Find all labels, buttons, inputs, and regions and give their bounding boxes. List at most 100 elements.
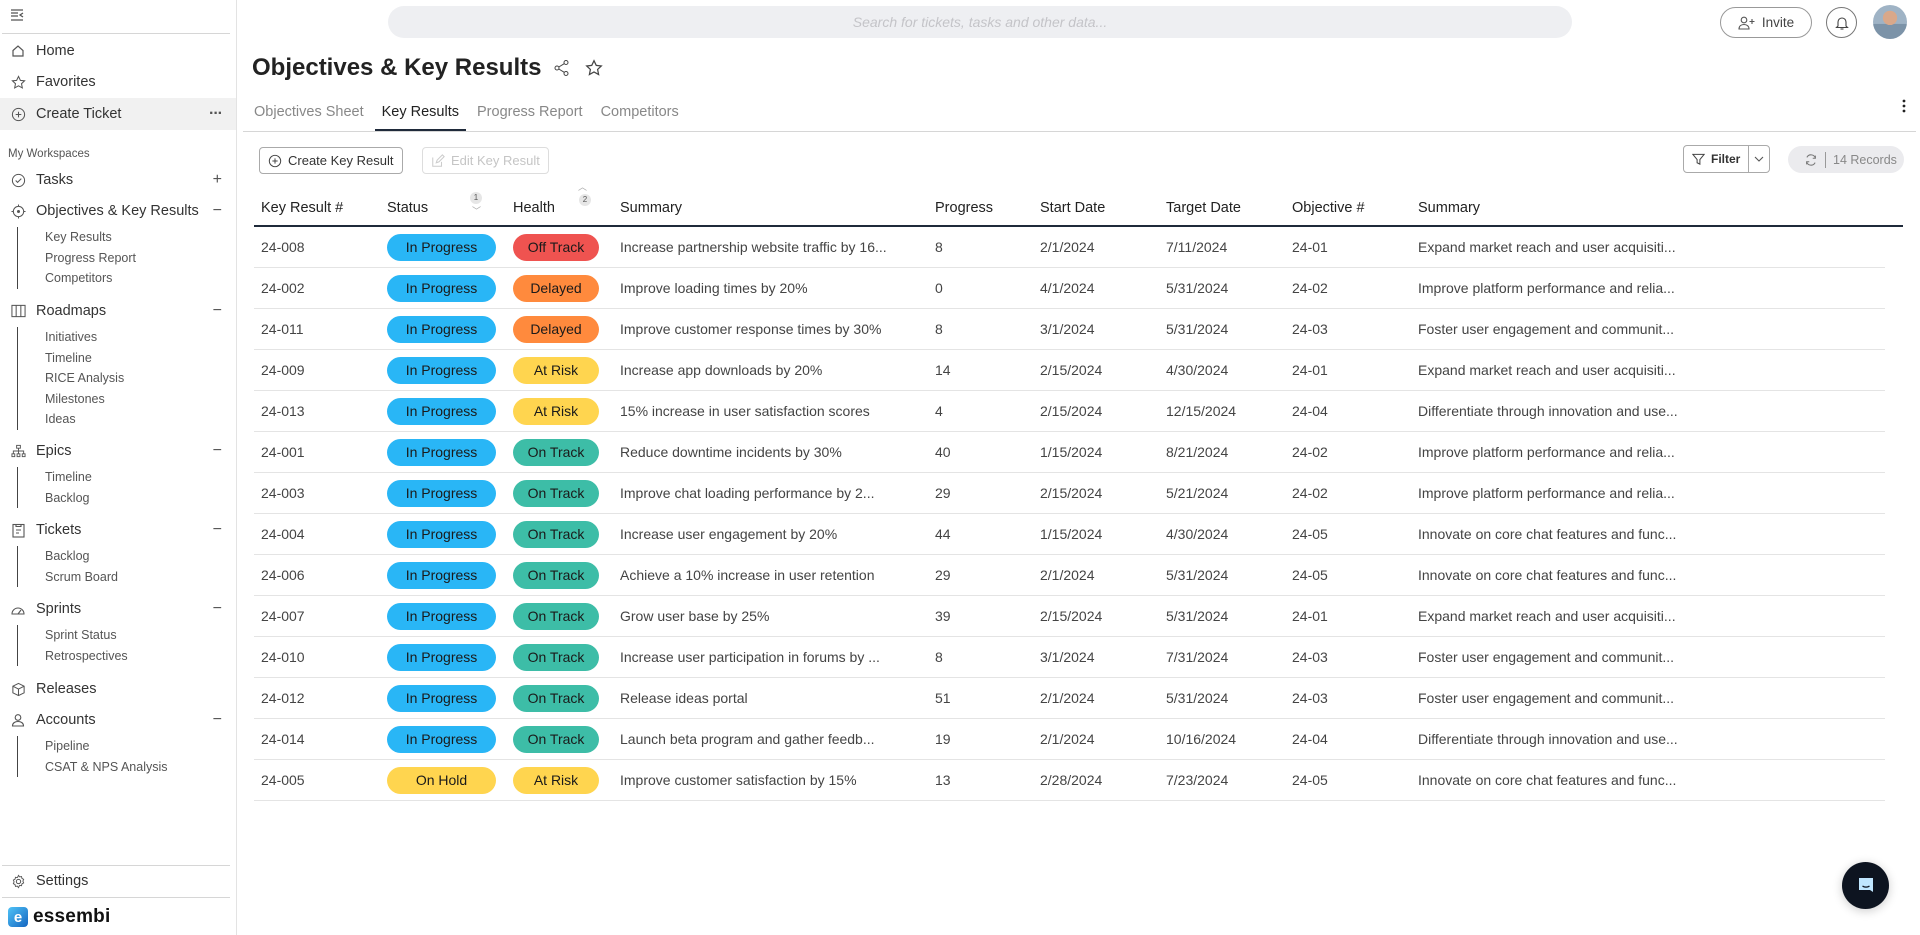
status-badge[interactable]: In Progress [387,274,496,302]
chat-support-button[interactable] [1842,862,1889,909]
filter-dropdown-button[interactable] [1749,146,1769,172]
status-badge[interactable]: In Progress [387,397,496,425]
status-badge[interactable]: In Progress [387,684,496,712]
health-badge[interactable]: On Track [513,643,599,671]
sidebar-subitem-milestones[interactable]: Milestones [18,389,124,410]
sidebar-section-sprints[interactable]: Sprints − [0,594,236,624]
refresh-icon[interactable] [1804,153,1818,167]
health-badge[interactable]: On Track [513,561,599,589]
filter-button[interactable]: Filter [1684,146,1750,172]
sidebar-subitem-competitors[interactable]: Competitors [18,268,136,289]
sidebar-subitem-csat-nps[interactable]: CSAT & NPS Analysis [18,757,168,778]
sidebar-subitem-retrospectives[interactable]: Retrospectives [18,646,128,667]
collapse-icon[interactable]: − [213,600,222,618]
column-header-progress[interactable]: Progress [928,200,1033,216]
sidebar-item-create-ticket[interactable]: Create Ticket ··· [0,98,236,130]
sidebar-subitem-initiatives[interactable]: Initiatives [18,327,124,348]
health-badge[interactable]: On Track [513,438,599,466]
status-badge[interactable]: On Hold [387,766,496,794]
health-badge[interactable]: At Risk [513,356,599,384]
status-badge[interactable]: In Progress [387,479,496,507]
column-header-start-date[interactable]: Start Date [1033,200,1159,216]
add-task-icon[interactable]: + [213,171,222,189]
health-badge[interactable]: At Risk [513,766,599,794]
sidebar-item-favorites[interactable]: Favorites [0,67,236,97]
sidebar-subitem-ideas[interactable]: Ideas [18,409,124,430]
sidebar-subitem-scrum-board[interactable]: Scrum Board [18,567,118,588]
table-row[interactable]: 24-001 In Progress On Track Reduce downtime… [254,432,1885,473]
sidebar-section-epics[interactable]: Epics − [0,436,236,466]
collapse-icon[interactable]: − [213,711,222,729]
column-header-objective-summary[interactable]: Summary [1411,200,1761,216]
column-header-key-result[interactable]: Key Result # [254,200,380,216]
table-row[interactable]: 24-008 In Progress Off Track Increase partn… [254,227,1885,268]
sidebar-item-home[interactable]: Home [0,36,236,66]
sidebar-subitem-pipeline[interactable]: Pipeline [18,736,168,757]
health-badge[interactable]: Delayed [513,315,599,343]
status-badge[interactable]: In Progress [387,233,496,261]
tab-competitors[interactable]: Competitors [594,98,686,131]
column-header-status[interactable]: Status 1 ﹀ [380,191,506,216]
collapse-icon[interactable]: − [213,302,222,320]
column-header-objective[interactable]: Objective # [1285,200,1411,216]
table-row[interactable]: 24-006 In Progress On Track Achieve a 10% i… [254,555,1885,596]
table-row[interactable]: 24-010 In Progress On Track Increase user p… [254,637,1885,678]
health-badge[interactable]: Off Track [513,233,599,261]
table-row[interactable]: 24-012 In Progress On Track Release ideas p… [254,678,1885,719]
sidebar-section-roadmaps[interactable]: Roadmaps − [0,296,236,326]
status-badge[interactable]: In Progress [387,725,496,753]
collapse-sidebar-icon[interactable] [10,8,26,22]
tab-objectives-sheet[interactable]: Objectives Sheet [247,98,371,131]
sidebar-subitem-epics-backlog[interactable]: Backlog [18,488,92,509]
status-badge[interactable]: In Progress [387,602,496,630]
collapse-icon[interactable]: − [213,442,222,460]
table-row[interactable]: 24-003 In Progress On Track Improve chat lo… [254,473,1885,514]
status-badge[interactable]: In Progress [387,520,496,548]
sidebar-section-okr[interactable]: Objectives & Key Results − [0,196,236,226]
table-row[interactable]: 24-009 In Progress At Risk Increase app dow… [254,350,1885,391]
sidebar-subitem-timeline[interactable]: Timeline [18,348,124,369]
status-badge[interactable]: In Progress [387,356,496,384]
health-badge[interactable]: At Risk [513,397,599,425]
column-header-summary[interactable]: Summary [613,200,928,216]
tab-progress-report[interactable]: Progress Report [470,98,590,131]
sidebar-section-accounts[interactable]: Accounts − [0,705,236,735]
sidebar-subitem-key-results[interactable]: Key Results [18,227,136,248]
status-badge[interactable]: In Progress [387,315,496,343]
create-key-result-button[interactable]: Create Key Result [259,147,403,174]
table-row[interactable]: 24-013 In Progress At Risk 15% increase in … [254,391,1885,432]
status-badge[interactable]: In Progress [387,643,496,671]
search-input[interactable] [388,14,1572,30]
sidebar-section-releases[interactable]: Releases [0,674,236,704]
health-badge[interactable]: On Track [513,479,599,507]
health-badge[interactable]: On Track [513,725,599,753]
health-badge[interactable]: On Track [513,520,599,548]
health-badge[interactable]: On Track [513,602,599,630]
sidebar-subitem-epics-timeline[interactable]: Timeline [18,467,92,488]
table-row[interactable]: 24-014 In Progress On Track Launch beta pro… [254,719,1885,760]
table-row[interactable]: 24-005 On Hold At Risk Improve customer sat… [254,760,1885,801]
essembi-logo[interactable]: e essembi [8,906,110,928]
share-icon[interactable] [553,59,571,82]
column-header-target-date[interactable]: Target Date [1159,200,1285,216]
collapse-icon[interactable]: − [213,521,222,539]
star-icon[interactable] [585,59,603,82]
sidebar-subitem-progress-report[interactable]: Progress Report [18,248,136,269]
global-search[interactable] [388,6,1572,38]
health-badge[interactable]: On Track [513,684,599,712]
user-avatar[interactable] [1873,5,1907,39]
sidebar-subitem-rice-analysis[interactable]: RICE Analysis [18,368,124,389]
sidebar-subitem-tickets-backlog[interactable]: Backlog [18,546,118,567]
status-badge[interactable]: In Progress [387,561,496,589]
collapse-icon[interactable]: − [213,202,222,220]
table-row[interactable]: 24-002 In Progress Delayed Improve loading … [254,268,1885,309]
health-badge[interactable]: Delayed [513,274,599,302]
edit-key-result-button[interactable]: Edit Key Result [422,147,549,174]
status-badge[interactable]: In Progress [387,438,496,466]
sidebar-item-settings[interactable]: Settings [0,866,236,896]
sidebar-item-tasks[interactable]: Tasks + [0,165,236,195]
column-header-health[interactable]: Health ︿ 2 [506,182,613,216]
sidebar-section-tickets[interactable]: Tickets − [0,515,236,545]
sidebar-subitem-sprint-status[interactable]: Sprint Status [18,625,128,646]
more-options-icon[interactable]: ··· [209,105,223,123]
